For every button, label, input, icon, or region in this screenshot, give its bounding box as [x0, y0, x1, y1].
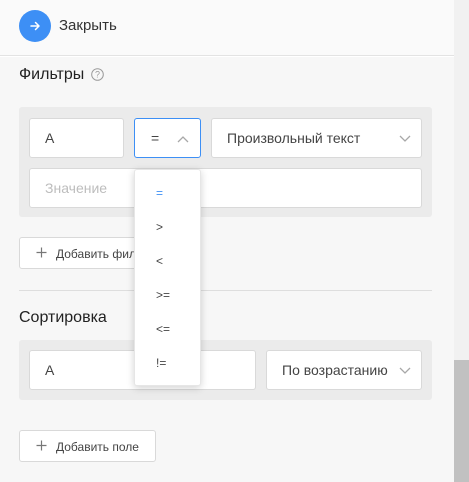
- arrow-right-icon: [30, 21, 40, 31]
- chevron-up-icon: [177, 136, 189, 143]
- section-divider: [19, 290, 432, 291]
- help-icon[interactable]: ?: [91, 68, 104, 81]
- plus-icon: [36, 440, 47, 451]
- filter-value-input[interactable]: Значение: [29, 168, 422, 208]
- operator-select[interactable]: =: [134, 118, 201, 158]
- operator-option[interactable]: <: [156, 254, 163, 268]
- operator-value: =: [151, 130, 160, 146]
- sort-field-value: A: [45, 362, 55, 378]
- close-label[interactable]: Закрыть: [59, 17, 117, 34]
- filters-title: Фильтры: [19, 66, 85, 83]
- filter-type-value: Произвольный текст: [227, 130, 361, 146]
- filter-field-value: A: [45, 130, 55, 146]
- sort-order-select[interactable]: По возрастанию: [266, 350, 422, 390]
- sorting-title: Сортировка: [19, 309, 107, 326]
- filter-field-select[interactable]: A: [29, 118, 124, 158]
- operator-dropdown-menu: = > < >= <= !=: [134, 169, 201, 386]
- page: Закрыть Фильтры ? A = Произвольный текст…: [0, 0, 469, 482]
- plus-icon: [36, 247, 47, 258]
- operator-option[interactable]: <=: [156, 322, 170, 336]
- close-button[interactable]: [19, 10, 51, 42]
- add-sort-field-button[interactable]: Добавить поле: [19, 430, 156, 462]
- chevron-down-icon: [399, 367, 411, 374]
- scrollbar-thumb[interactable]: [454, 360, 469, 482]
- operator-option[interactable]: =: [156, 186, 163, 200]
- filter-type-select[interactable]: Произвольный текст: [211, 118, 422, 158]
- svg-text:?: ?: [95, 70, 100, 80]
- operator-option[interactable]: >: [156, 220, 163, 234]
- filter-value-placeholder: Значение: [45, 180, 108, 196]
- sort-order-value: По возрастанию: [282, 362, 388, 378]
- add-filter-label: Добавить фил: [56, 247, 136, 261]
- header-bar: Закрыть: [0, 0, 454, 56]
- operator-option[interactable]: >=: [156, 288, 170, 302]
- chevron-down-icon: [399, 135, 411, 142]
- add-sort-field-label: Добавить поле: [56, 440, 139, 454]
- operator-option[interactable]: !=: [156, 356, 166, 370]
